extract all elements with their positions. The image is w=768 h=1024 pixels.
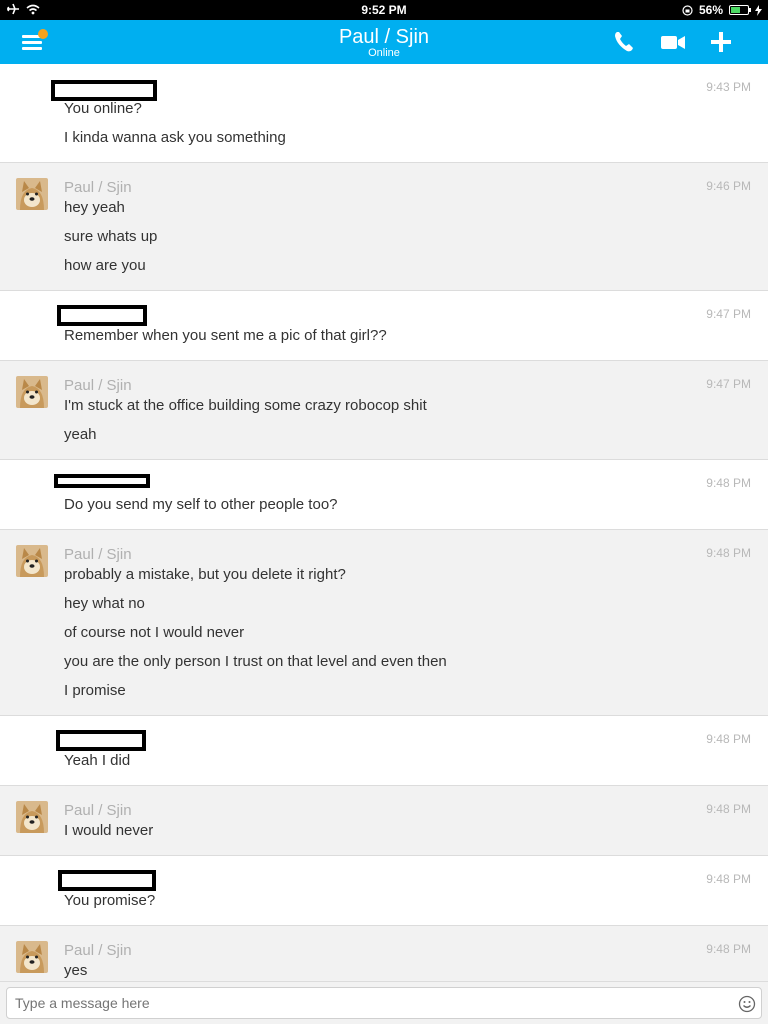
presence-status: Online <box>368 47 400 59</box>
message-timestamp: 9:48 PM <box>706 476 751 490</box>
sender-name: Paul / Sjin <box>64 179 132 196</box>
plus-icon[interactable] <box>706 28 736 56</box>
charging-bolt-icon <box>755 4 762 16</box>
app-header: Paul / Sjin Online <box>0 20 768 64</box>
message-text[interactable]: You promise? <box>64 892 155 909</box>
phone-icon[interactable] <box>610 28 640 56</box>
redacted-sender-name <box>56 730 146 751</box>
message-text[interactable]: hey what no <box>64 595 145 612</box>
contact-avatar[interactable] <box>16 801 48 833</box>
skype-chat-screen: 9:52 PM 56% Paul / Sjin Online 9:43 PM Y… <box>0 0 768 1024</box>
message-text[interactable]: yes <box>64 962 87 979</box>
composer-bar <box>0 981 768 1024</box>
orientation-lock-icon <box>682 4 693 16</box>
status-bar: 9:52 PM 56% <box>0 0 768 20</box>
message-timestamp: 9:47 PM <box>706 307 751 321</box>
conversation-title[interactable]: Paul / Sjin <box>0 26 768 48</box>
redacted-sender-name <box>51 80 157 101</box>
redacted-sender-name <box>54 474 150 488</box>
message-group-received[interactable]: 9:48 PM Paul / Sjin I would never <box>0 786 768 856</box>
message-text[interactable]: You online? <box>64 100 142 117</box>
sender-name: Paul / Sjin <box>64 377 132 394</box>
message-timestamp: 9:48 PM <box>706 872 751 886</box>
message-group-received[interactable]: 9:48 PM Paul / Sjin probably a mistake, bu… <box>0 530 768 716</box>
message-text[interactable]: yeah <box>64 426 97 443</box>
message-text[interactable]: Yeah I did <box>64 752 130 769</box>
message-timestamp: 9:48 PM <box>706 546 751 560</box>
sender-name: Paul / Sjin <box>64 942 132 959</box>
message-text[interactable]: Remember when you sent me a pic of that … <box>64 327 387 344</box>
battery-icon <box>729 5 751 15</box>
message-text[interactable]: sure whats up <box>64 228 157 245</box>
message-input[interactable] <box>6 987 762 1019</box>
message-text[interactable]: probably a mistake, but you delete it ri… <box>64 566 346 583</box>
message-group-received[interactable]: 9:48 PM Paul / Sjin yes <box>0 926 768 981</box>
message-timestamp: 9:48 PM <box>706 802 751 816</box>
message-timestamp: 9:43 PM <box>706 80 751 94</box>
message-text[interactable]: I kinda wanna ask you something <box>64 129 286 146</box>
message-timestamp: 9:48 PM <box>706 942 751 956</box>
redacted-sender-name <box>58 870 156 891</box>
sender-name: Paul / Sjin <box>64 802 132 819</box>
message-list[interactable]: 9:43 PM You online? I kinda wanna ask you … <box>0 64 768 981</box>
contact-avatar[interactable] <box>16 376 48 408</box>
message-timestamp: 9:46 PM <box>706 179 751 193</box>
message-group-sent[interactable]: 9:43 PM You online? I kinda wanna ask you … <box>0 64 768 163</box>
message-text[interactable]: of course not I would never <box>64 624 244 641</box>
message-timestamp: 9:47 PM <box>706 377 751 391</box>
message-group-received[interactable]: 9:47 PM Paul / Sjin I'm stuck at the offic… <box>0 361 768 460</box>
smiley-icon[interactable] <box>738 995 756 1013</box>
message-text[interactable]: hey yeah <box>64 199 125 216</box>
contact-avatar[interactable] <box>16 941 48 973</box>
video-camera-icon[interactable] <box>658 28 688 56</box>
message-group-sent[interactable]: 9:47 PM Remember when you sent me a pic o… <box>0 291 768 361</box>
message-text[interactable]: I would never <box>64 822 153 839</box>
message-text[interactable]: Do you send my self to other people too? <box>64 496 338 513</box>
sender-name: Paul / Sjin <box>64 546 132 563</box>
contact-avatar[interactable] <box>16 178 48 210</box>
message-group-sent[interactable]: 9:48 PM Do you send my self to other peop… <box>0 460 768 530</box>
message-text[interactable]: I'm stuck at the office building some cr… <box>64 397 427 414</box>
status-right-icons: 56% <box>682 3 762 17</box>
message-text[interactable]: I promise <box>64 682 126 699</box>
contact-avatar[interactable] <box>16 545 48 577</box>
redacted-sender-name <box>57 305 147 326</box>
message-timestamp: 9:48 PM <box>706 732 751 746</box>
message-group-sent[interactable]: 9:48 PM You promise? <box>0 856 768 926</box>
status-time: 9:52 PM <box>361 3 407 17</box>
battery-percent: 56% <box>698 3 723 17</box>
message-group-received[interactable]: 9:46 PM Paul / Sjin hey yeah sure whats up h… <box>0 163 768 291</box>
message-group-sent[interactable]: 9:48 PM Yeah I did <box>0 716 768 786</box>
message-text[interactable]: how are you <box>64 257 146 274</box>
message-text[interactable]: you are the only person I trust on that … <box>64 653 447 670</box>
